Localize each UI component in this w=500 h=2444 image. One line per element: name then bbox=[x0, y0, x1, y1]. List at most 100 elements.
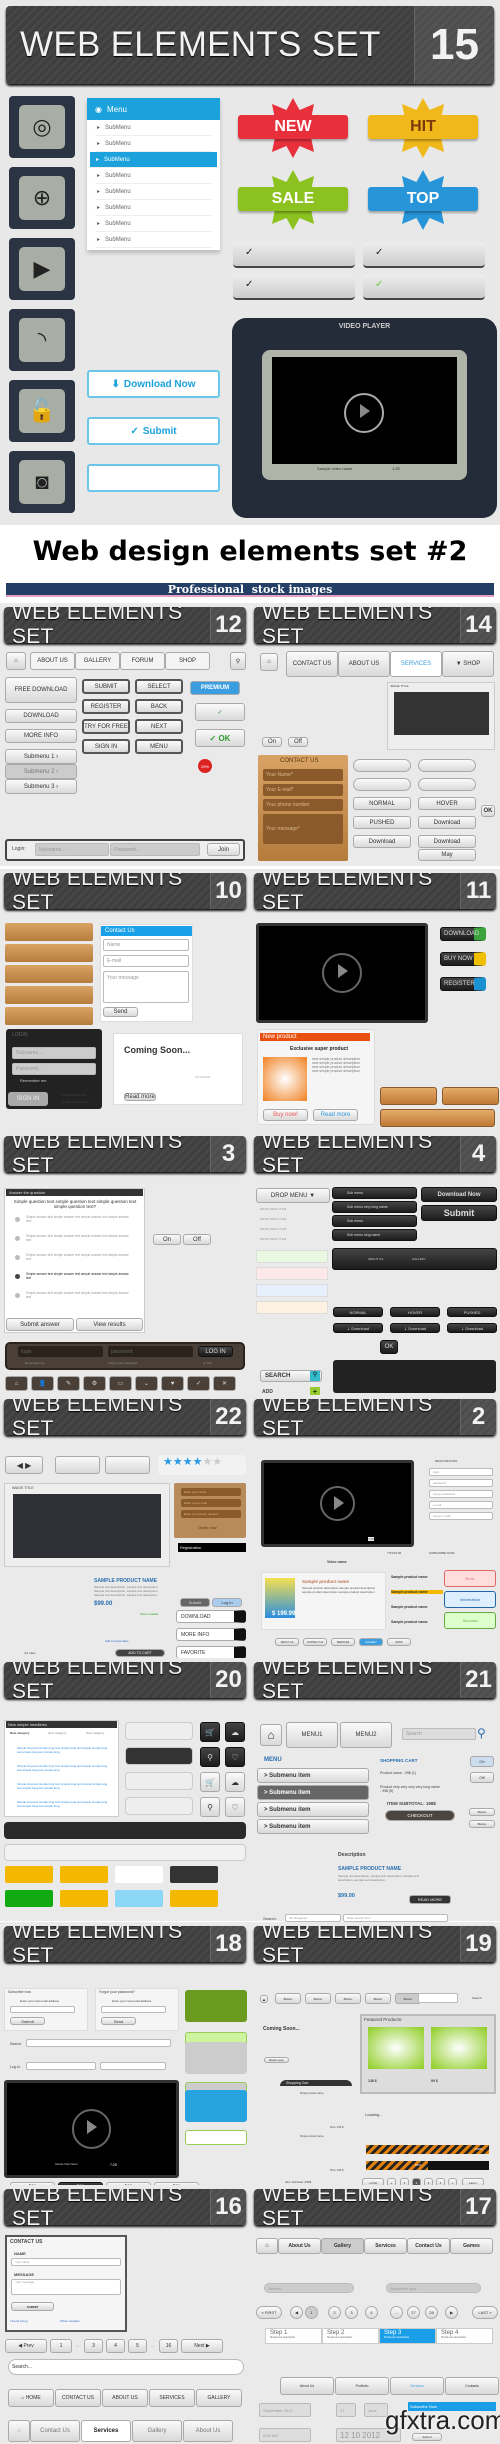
nav-tab[interactable]: ABOUT US bbox=[30, 652, 75, 670]
input-field[interactable]: Search... bbox=[8, 2359, 244, 2375]
input-field[interactable]: Your phone number bbox=[263, 799, 343, 811]
play-icon[interactable] bbox=[322, 953, 362, 993]
page-button[interactable]: LAST » bbox=[472, 2306, 498, 2319]
add-to-cart-button[interactable]: ADD TO CART bbox=[115, 1649, 165, 1657]
ok-button[interactable]: ✓ OK bbox=[195, 729, 245, 747]
input-field[interactable]: Enter your phone number bbox=[181, 1510, 241, 1518]
submenu-item[interactable]: Submenu 3 › bbox=[5, 779, 77, 794]
icon-tile[interactable]: ◙ bbox=[9, 451, 75, 513]
home-icon[interactable]: ▲ bbox=[260, 1995, 268, 2003]
side-button[interactable]: MORE INFO bbox=[176, 1628, 246, 1641]
toggle-bar[interactable] bbox=[125, 1772, 193, 1790]
home-icon[interactable]: ⌂ bbox=[8, 2420, 30, 2442]
input-field[interactable] bbox=[418, 1993, 458, 2003]
input-field[interactable] bbox=[26, 2062, 96, 2070]
icon-tile[interactable]: ◝ bbox=[9, 309, 75, 371]
answer-radio[interactable] bbox=[15, 1293, 20, 1298]
input-field[interactable]: Your E-mail* bbox=[263, 784, 343, 796]
nav-tab[interactable]: ⌂ HOME bbox=[8, 2389, 54, 2407]
home-icon[interactable]: ⌂ bbox=[260, 1724, 282, 1746]
input-field[interactable]: 17 bbox=[336, 2403, 356, 2417]
nav-tab[interactable]: ABOUT US bbox=[338, 651, 390, 677]
search-icon[interactable]: ⚲ bbox=[310, 1371, 320, 1381]
step[interactable]: Step 4 Simple text description bbox=[436, 2328, 493, 2344]
toggle-bar[interactable] bbox=[125, 1747, 193, 1765]
input-field[interactable]: login bbox=[429, 1468, 493, 1476]
submenu-item[interactable]: > Submenu item bbox=[257, 1785, 369, 1800]
submenu-item[interactable]: > Submenu item bbox=[257, 1768, 369, 1783]
page-button[interactable]: 28 bbox=[425, 2306, 438, 2319]
button[interactable]: Off bbox=[288, 737, 308, 747]
input-field[interactable]: Subscribe now bbox=[386, 2283, 481, 2293]
button[interactable] bbox=[105, 1456, 150, 1474]
nav-tab[interactable]: SERVICES bbox=[331, 1638, 355, 1646]
step[interactable]: Step 2 Simple text description bbox=[322, 2328, 379, 2344]
input-field[interactable]: Your message bbox=[103, 971, 189, 1003]
button[interactable]: Submit bbox=[10, 2017, 45, 2025]
page-button[interactable]: 2 bbox=[328, 2306, 341, 2319]
checkbox-bar[interactable]: ✓ bbox=[363, 274, 485, 300]
input-field[interactable]: 8:55 AM bbox=[259, 2428, 311, 2442]
submenu-item[interactable]: Sub menu very long name bbox=[332, 1201, 417, 1213]
button[interactable]: Log In bbox=[212, 1598, 242, 1607]
button[interactable]: NEXT bbox=[135, 719, 183, 734]
button[interactable]: NORMAL bbox=[333, 1307, 383, 1317]
menu-item[interactable]: ▸ SubMenu bbox=[90, 152, 217, 168]
button[interactable]: On bbox=[262, 737, 282, 747]
menu-item[interactable]: ▸ SubMenu bbox=[95, 216, 212, 232]
button[interactable]: DOWNLOAD bbox=[5, 709, 77, 723]
search-icon[interactable]: ⚲ bbox=[477, 1726, 486, 1740]
play-icon[interactable] bbox=[320, 1486, 355, 1521]
nav-tab[interactable]: SERVICES bbox=[390, 651, 442, 677]
button[interactable]: View results bbox=[76, 1318, 143, 1331]
premium-ribbon[interactable]: PREMIUM bbox=[190, 681, 240, 695]
input-field[interactable] bbox=[10, 2006, 75, 2013]
ok-button[interactable]: OK bbox=[380, 1340, 398, 1354]
button[interactable]: BACK bbox=[135, 699, 183, 714]
input-field[interactable]: Enter your name bbox=[181, 1488, 241, 1496]
icon-button[interactable]: ⌄ bbox=[135, 1376, 158, 1391]
color-button[interactable] bbox=[5, 1890, 53, 1907]
color-button[interactable] bbox=[60, 1890, 108, 1907]
input-field[interactable]: Nickname... bbox=[35, 843, 109, 856]
read-more-button[interactable]: READ MORE bbox=[409, 1895, 451, 1904]
page-button[interactable]: ▶ bbox=[445, 2306, 458, 2319]
button[interactable]: ⇣ Download bbox=[447, 1323, 497, 1333]
icon-tile[interactable]: ⊕ bbox=[9, 167, 75, 229]
icon-button[interactable]: ☁ bbox=[225, 1772, 245, 1792]
icon-button[interactable]: ✎ bbox=[57, 1376, 80, 1391]
button[interactable]: LOG IN bbox=[198, 1346, 233, 1357]
nav-tab[interactable]: About Us bbox=[183, 2420, 233, 2442]
submenu-item[interactable]: > Submenu item bbox=[257, 1802, 369, 1817]
nav-tab[interactable]: ▼ SHOP bbox=[442, 651, 494, 677]
icon-tile[interactable]: 🔓 bbox=[9, 380, 75, 442]
button[interactable]: Off bbox=[183, 1234, 211, 1245]
checkout-button[interactable]: CHECKOUT bbox=[385, 1810, 455, 1821]
button[interactable]: Send bbox=[101, 2017, 136, 2025]
page-button[interactable]: Next ▶ bbox=[181, 2339, 223, 2353]
home-icon[interactable]: ⌂ bbox=[260, 653, 278, 671]
input-field[interactable]: E-mail bbox=[103, 955, 189, 967]
button[interactable]: REGISTER bbox=[440, 977, 486, 991]
input-field[interactable]: e-mail bbox=[429, 1501, 493, 1509]
submenu-item[interactable]: Submenu 1 › bbox=[5, 749, 77, 764]
button[interactable]: REGISTER bbox=[82, 699, 130, 714]
color-button[interactable] bbox=[170, 1866, 218, 1883]
nav-tab[interactable]: Services bbox=[81, 2420, 131, 2442]
menu-item[interactable]: ▸ SubMenu bbox=[95, 168, 212, 184]
button[interactable]: PUSHED bbox=[447, 1307, 497, 1317]
page-button[interactable]: 3 bbox=[345, 2306, 358, 2319]
icon-button[interactable]: ✕ bbox=[213, 1376, 236, 1391]
button[interactable]: BUY NOW bbox=[440, 952, 486, 966]
button[interactable] bbox=[55, 1456, 100, 1474]
button[interactable] bbox=[353, 778, 411, 791]
input-field[interactable]: Nickname... bbox=[12, 1047, 96, 1059]
nav-tab[interactable]: CONTACT US bbox=[55, 2389, 101, 2407]
submit-button[interactable]: ✓ Submit bbox=[87, 417, 220, 445]
input-field[interactable]: Enter search term bbox=[343, 1914, 448, 1922]
drop-menu[interactable]: DROP MENU ▼ bbox=[256, 1188, 330, 1203]
submenu-item[interactable]: > Submenu item bbox=[257, 1819, 369, 1834]
alert[interactable]: Success bbox=[444, 1612, 496, 1629]
step[interactable]: Step 3 Simple text description bbox=[379, 2328, 436, 2344]
submit-button[interactable]: Submit bbox=[421, 1205, 497, 1221]
